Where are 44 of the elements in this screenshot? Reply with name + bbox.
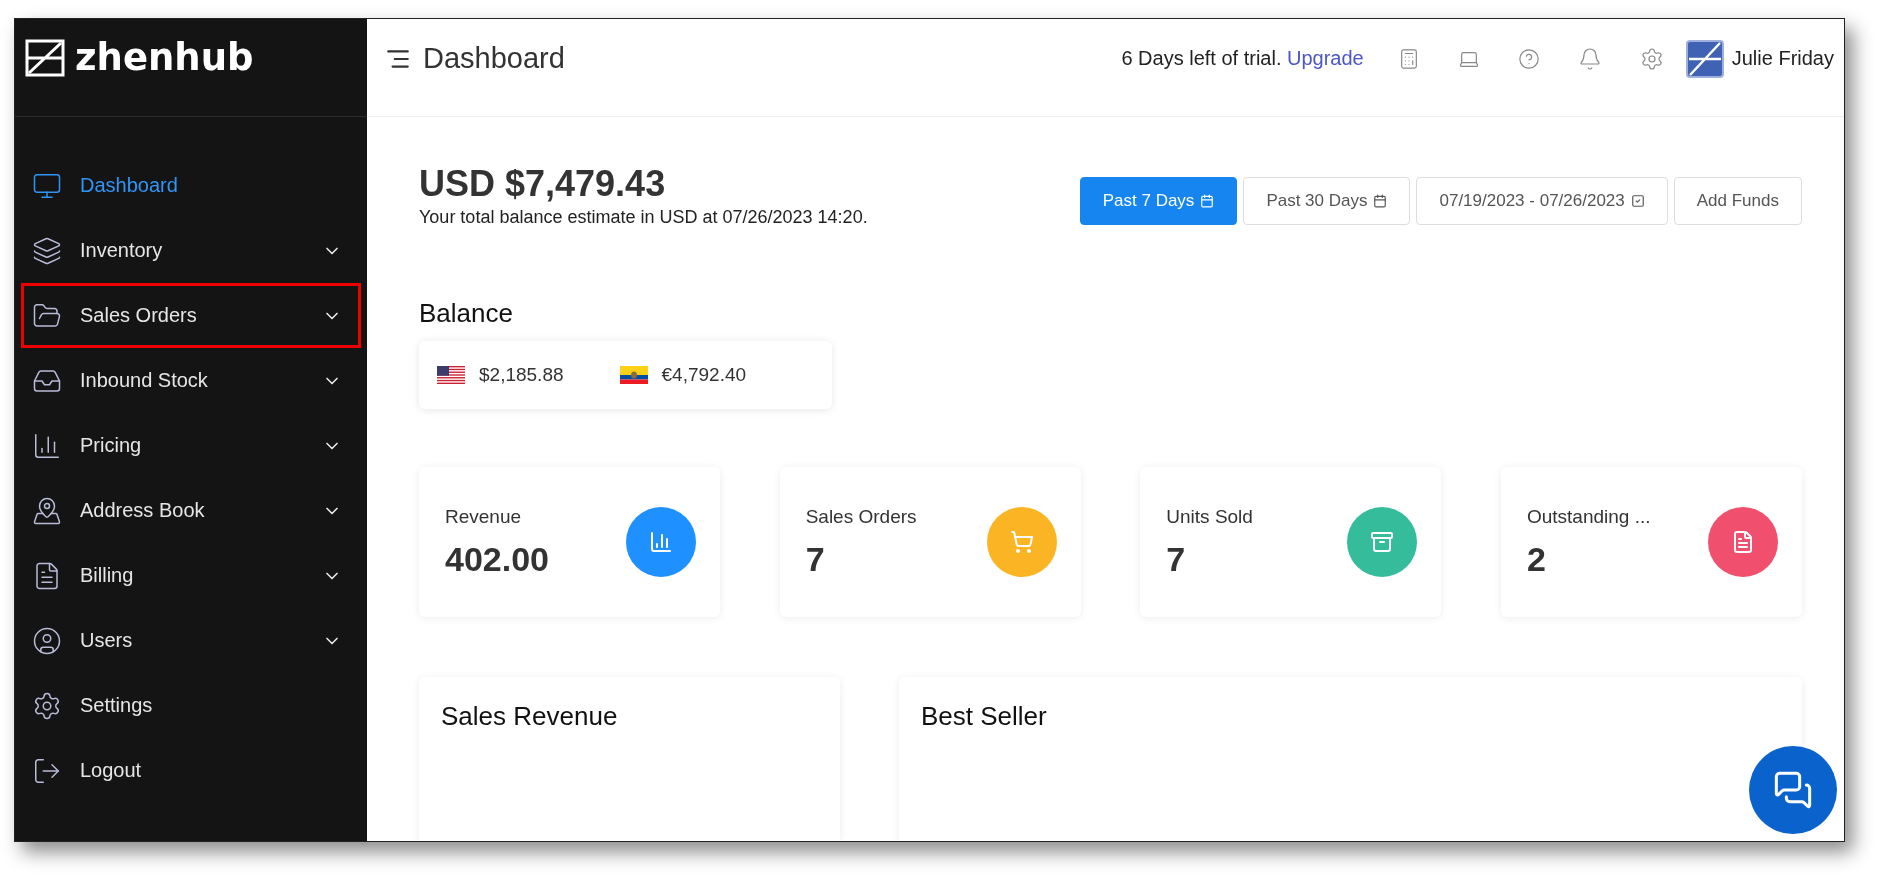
panel-title: Best Seller	[921, 701, 1048, 732]
stat-label: Outstanding ...	[1526, 505, 1651, 528]
range-button[interactable]: 07/19/2023 - 07/26/2023	[1416, 177, 1668, 225]
sidebar-item[interactable]: Inbound Stock	[21, 348, 361, 413]
sidebar-label: Inventory	[80, 239, 164, 262]
sidebar-label: Billing	[80, 564, 135, 587]
sidebar-label: Inbound Stock	[80, 369, 209, 392]
currency-amount: €4,792.40	[661, 364, 747, 386]
panel-title: Sales Revenue	[441, 701, 619, 732]
sidebar-item[interactable]: Users	[21, 608, 361, 673]
currency-amount: $2,185.88	[479, 364, 564, 386]
sidebar-item[interactable]: Settings	[21, 673, 361, 738]
sidebar-item[interactable]: Logout	[21, 738, 361, 803]
sidebar-item[interactable]: Billing	[21, 543, 361, 608]
sidebar-label: Dashboard	[80, 174, 179, 197]
sidebar-item[interactable]: Dashboard	[21, 153, 361, 218]
logo-text: zhenhub	[75, 36, 254, 79]
sidebar-item[interactable]: Inventory	[21, 218, 361, 283]
upgrade-link[interactable]: Upgrade	[1287, 47, 1364, 70]
stat-value: 7	[805, 539, 826, 579]
range-button[interactable]: Add Funds	[1673, 177, 1802, 225]
range-button[interactable]: Past 7 Days	[1079, 177, 1238, 225]
sidebar-item[interactable]: Sales Orders	[21, 283, 361, 348]
range-button[interactable]: Past 30 Days	[1243, 177, 1411, 225]
stat-label: Units Sold	[1166, 505, 1253, 528]
sidebar-label: Logout	[80, 759, 143, 782]
stat-value: 2	[1526, 539, 1547, 579]
page-title: Dashboard	[423, 42, 566, 75]
sidebar-label: Users	[80, 629, 134, 652]
sidebar-label: Pricing	[80, 434, 143, 457]
stat-label: Revenue	[445, 505, 523, 528]
user-name[interactable]: Julie Friday	[1731, 47, 1834, 70]
stat-value: 7	[1166, 539, 1187, 579]
trial-notice: 6 Days left of trial.	[1121, 47, 1282, 70]
sidebar-label: Address Book	[80, 499, 206, 522]
sidebar-item[interactable]: Pricing	[21, 413, 361, 478]
sidebar-label: Settings	[80, 694, 154, 717]
balance-note: Your total balance estimate in USD at 07/26/2023 14:20.	[419, 207, 868, 228]
sidebar-item[interactable]: Address Book	[21, 478, 361, 543]
stat-value: 402.00	[445, 539, 549, 579]
total-balance: USD $7,479.43	[419, 163, 667, 205]
section-title: Balance	[419, 298, 514, 329]
stat-label: Sales Orders	[805, 505, 917, 528]
sidebar-label: Sales Orders	[80, 304, 198, 327]
